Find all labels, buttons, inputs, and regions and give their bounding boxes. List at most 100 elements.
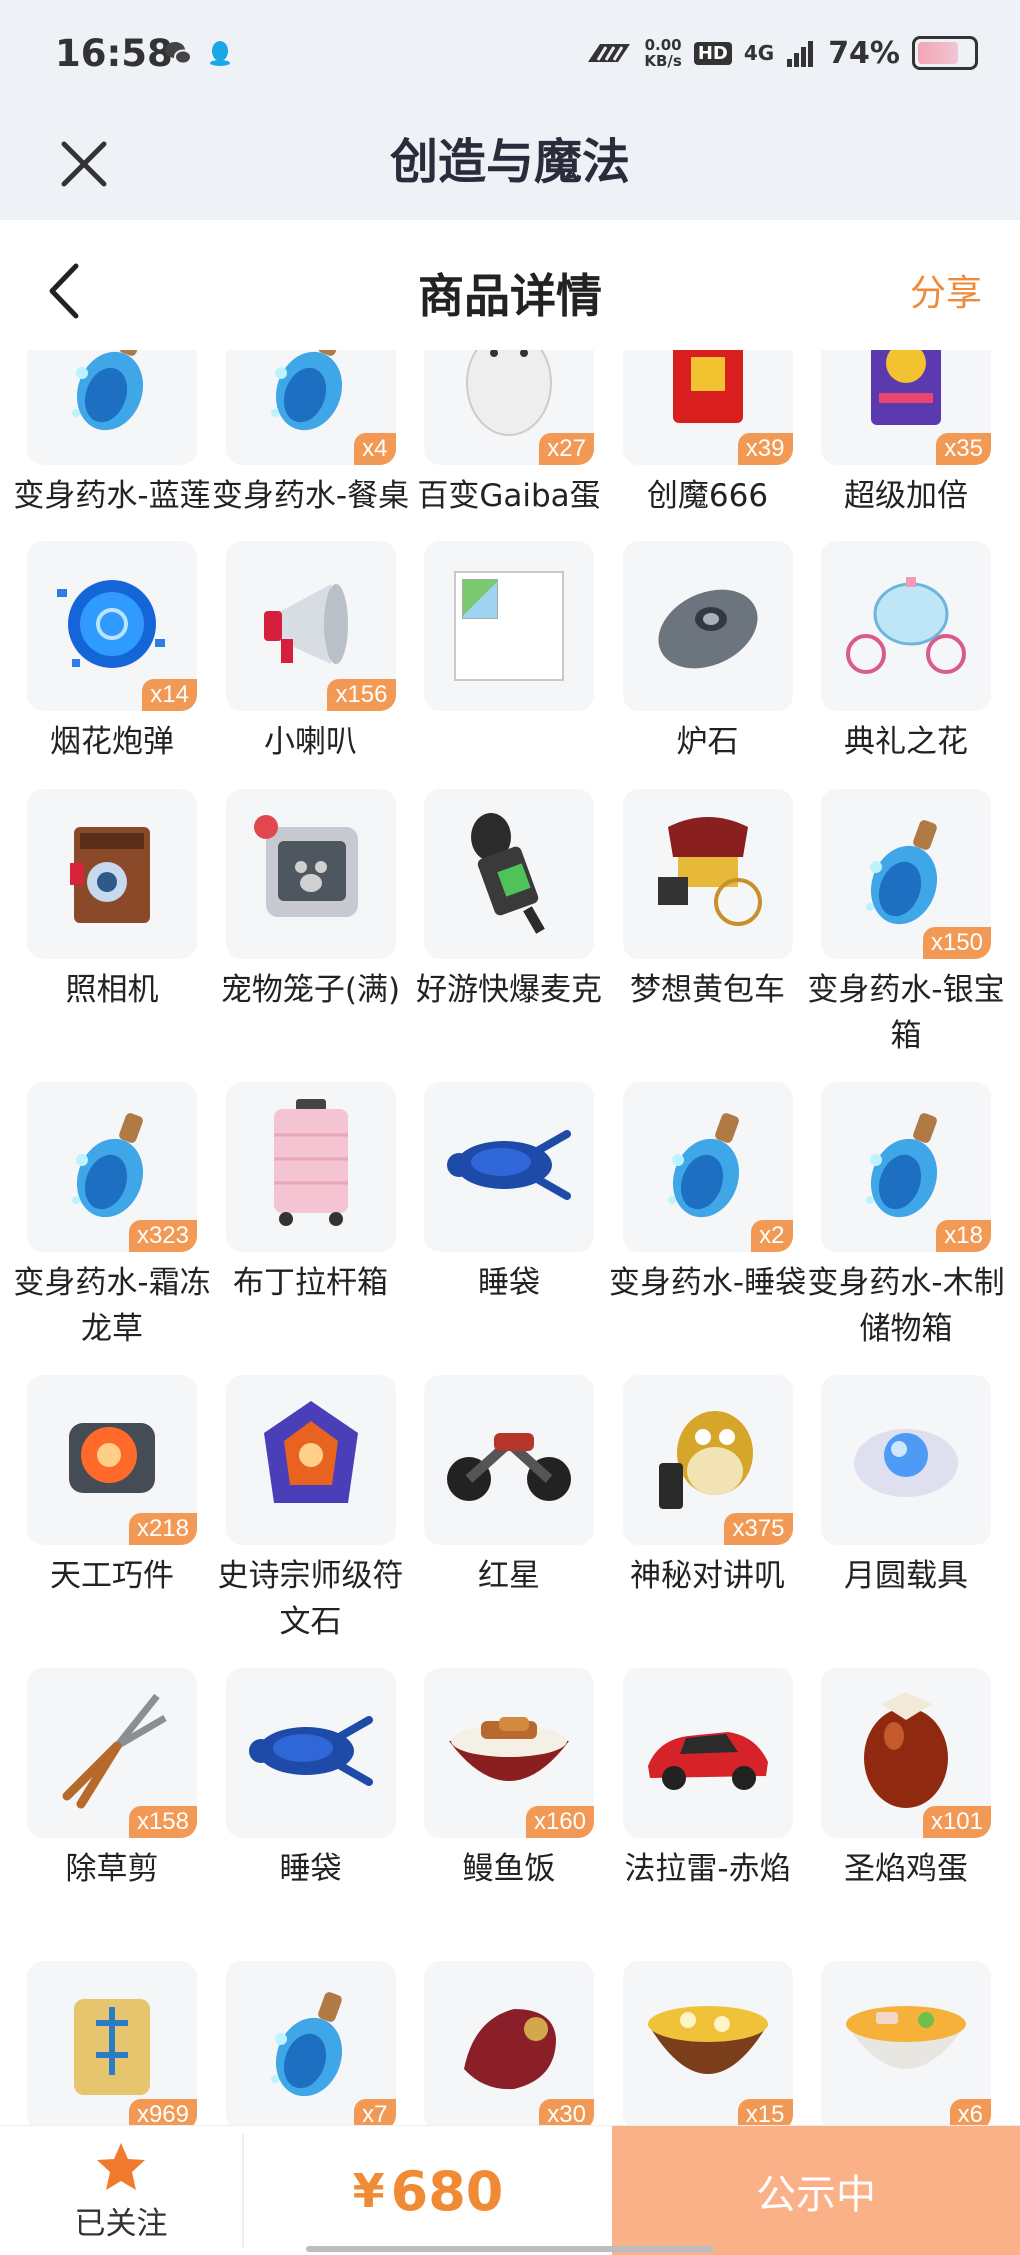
item-thumbnail: x35 — [821, 350, 991, 465]
item-thumbnail — [424, 1375, 594, 1545]
item-card[interactable]: x39 创魔666 — [622, 350, 793, 541]
potion-icon — [648, 1100, 768, 1234]
item-card[interactable]: 睡袋 — [225, 1668, 396, 1961]
item-card[interactable]: x101 圣焰鸡蛋 — [821, 1668, 991, 1961]
item-thumbnail — [622, 789, 793, 959]
hd-badge: HD — [693, 41, 732, 65]
item-card[interactable]: x15 — [622, 1961, 793, 2125]
item-card[interactable]: 史诗宗师级符文石 — [218, 1375, 404, 1668]
item-name: 法拉雷-赤焰 — [624, 1851, 791, 1887]
item-thumbnail: x156 — [225, 541, 396, 711]
share-button[interactable]: 分享 — [910, 264, 982, 316]
item-thumbnail: x101 — [821, 1668, 991, 1838]
item-thumbnail: x4 — [225, 350, 396, 465]
megaphone-icon — [246, 559, 376, 693]
status-button[interactable]: 公示中 — [612, 2126, 1020, 2255]
item-name: 超级加倍 — [844, 478, 968, 514]
item-name: 百变Gaiba蛋 — [417, 478, 601, 514]
quantity-badge: x6 — [949, 2099, 991, 2125]
motorcycle-icon — [439, 1403, 579, 1517]
item-card[interactable]: 宠物笼子(满) — [221, 789, 400, 1082]
item-card[interactable]: 法拉雷-赤焰 — [622, 1668, 793, 1961]
item-card[interactable]: x27 百变Gaiba蛋 — [417, 350, 601, 541]
item-card[interactable] — [424, 541, 594, 789]
quantity-badge: x4 — [354, 433, 396, 465]
item-grid-viewport[interactable]: 变身药水-蓝莲 x4 变身药水-餐桌 x27 百变Gaiba蛋 x39 创魔666 x35 超级… — [0, 350, 1020, 2125]
potion-icon — [52, 1100, 172, 1234]
item-card[interactable]: x14 烟花炮弹 — [27, 541, 197, 789]
item-thumbnail: x158 — [27, 1668, 197, 1838]
item-card[interactable]: x18 变身药水-木制储物箱 — [807, 1082, 1005, 1375]
item-card[interactable]: x160 鳗鱼饭 — [424, 1668, 594, 1961]
item-thumbnail: x39 — [622, 350, 793, 465]
item-name: 小喇叭 — [264, 724, 357, 760]
item-card[interactable]: 月圆载具 — [821, 1375, 991, 1668]
item-thumbnail — [225, 1082, 396, 1252]
quantity-badge: x14 — [142, 679, 197, 711]
battery-icon — [912, 36, 978, 70]
item-card[interactable]: x323 变身药水-霜冻龙草 — [13, 1082, 211, 1375]
status-bar: 16:58 0.00 KB/s HD 4G 74% — [0, 0, 1020, 110]
item-name: 变身药水-蓝莲 — [13, 478, 211, 514]
item-thumbnail: x150 — [821, 789, 991, 959]
currency-symbol: ¥ — [352, 2164, 385, 2218]
quantity-badge: x18 — [936, 1220, 991, 1252]
item-card[interactable]: x969 — [27, 1961, 197, 2125]
item-name: 红星 — [478, 1558, 540, 1594]
signal-icon — [787, 41, 814, 67]
gear-part-icon — [47, 1393, 177, 1527]
item-card[interactable]: x7 — [225, 1961, 396, 2125]
suitcase-icon — [256, 1095, 366, 1239]
item-thumbnail: x375 — [622, 1375, 793, 1545]
item-card[interactable]: x6 — [821, 1961, 991, 2125]
item-card[interactable]: 梦想黄包车 — [622, 789, 793, 1082]
quantity-badge: x27 — [539, 433, 594, 465]
item-card[interactable]: x2 变身药水-睡袋 — [609, 1082, 806, 1375]
hearthstone-icon — [643, 559, 773, 693]
item-name: 天工巧件 — [50, 1558, 174, 1594]
item-card[interactable]: 变身药水-蓝莲 — [13, 350, 211, 541]
item-thumbnail — [821, 1375, 991, 1545]
potion-icon — [52, 350, 172, 447]
rickshaw-icon — [638, 807, 778, 941]
item-thumbnail: x323 — [27, 1082, 197, 1252]
quantity-badge: x156 — [327, 679, 396, 711]
potion-icon — [846, 807, 966, 941]
item-name: 典礼之花 — [844, 724, 968, 760]
quantity-badge: x323 — [128, 1220, 197, 1252]
item-card[interactable]: x4 变身药水-餐桌 — [212, 350, 409, 541]
roast-egg-icon — [846, 1686, 966, 1820]
home-indicator[interactable] — [306, 2246, 714, 2252]
saddle-icon — [444, 1979, 574, 2113]
item-card[interactable]: x158 除草剪 — [27, 1668, 197, 1961]
quantity-badge: x158 — [128, 1806, 197, 1838]
item-card[interactable]: x156 小喇叭 — [225, 541, 396, 789]
item-card[interactable]: x218 天工巧件 — [27, 1375, 197, 1668]
item-card[interactable]: 好游快爆麦克 — [416, 789, 602, 1082]
item-name: 宠物笼子(满) — [220, 972, 401, 1008]
item-name: 变身药水-霜冻龙草 — [13, 1265, 211, 1347]
quantity-badge: x39 — [737, 433, 793, 465]
star-icon — [97, 2142, 145, 2190]
item-card[interactable]: 睡袋 — [424, 1082, 594, 1375]
item-thumbnail — [27, 350, 197, 465]
item-card[interactable]: 炉石 — [622, 541, 793, 789]
item-card[interactable]: 布丁拉杆箱 — [225, 1082, 396, 1375]
item-card[interactable]: 照相机 — [27, 789, 197, 1082]
item-name: 变身药水-银宝箱 — [807, 972, 1005, 1054]
item-card[interactable]: x150 变身药水-银宝箱 — [807, 789, 1005, 1082]
item-card[interactable]: x35 超级加倍 — [821, 350, 991, 541]
item-card[interactable]: x375 神秘对讲叽 — [622, 1375, 793, 1668]
item-card[interactable]: 典礼之花 — [821, 541, 991, 789]
bottom-bar: 已关注 ¥ 680 公示中 — [0, 2125, 1020, 2255]
speed-value: 0.00 — [644, 36, 682, 54]
item-thumbnail: x6 — [821, 1961, 991, 2125]
item-name: 布丁拉杆箱 — [233, 1265, 388, 1301]
eel-rice-icon — [439, 1691, 579, 1815]
follow-button[interactable]: 已关注 — [0, 2126, 242, 2255]
item-card[interactable]: 红星 — [424, 1375, 594, 1668]
item-card[interactable]: x30 — [424, 1961, 594, 2125]
potion-icon — [251, 350, 371, 447]
item-thumbnail — [424, 1082, 594, 1252]
potion-icon — [251, 1979, 371, 2113]
